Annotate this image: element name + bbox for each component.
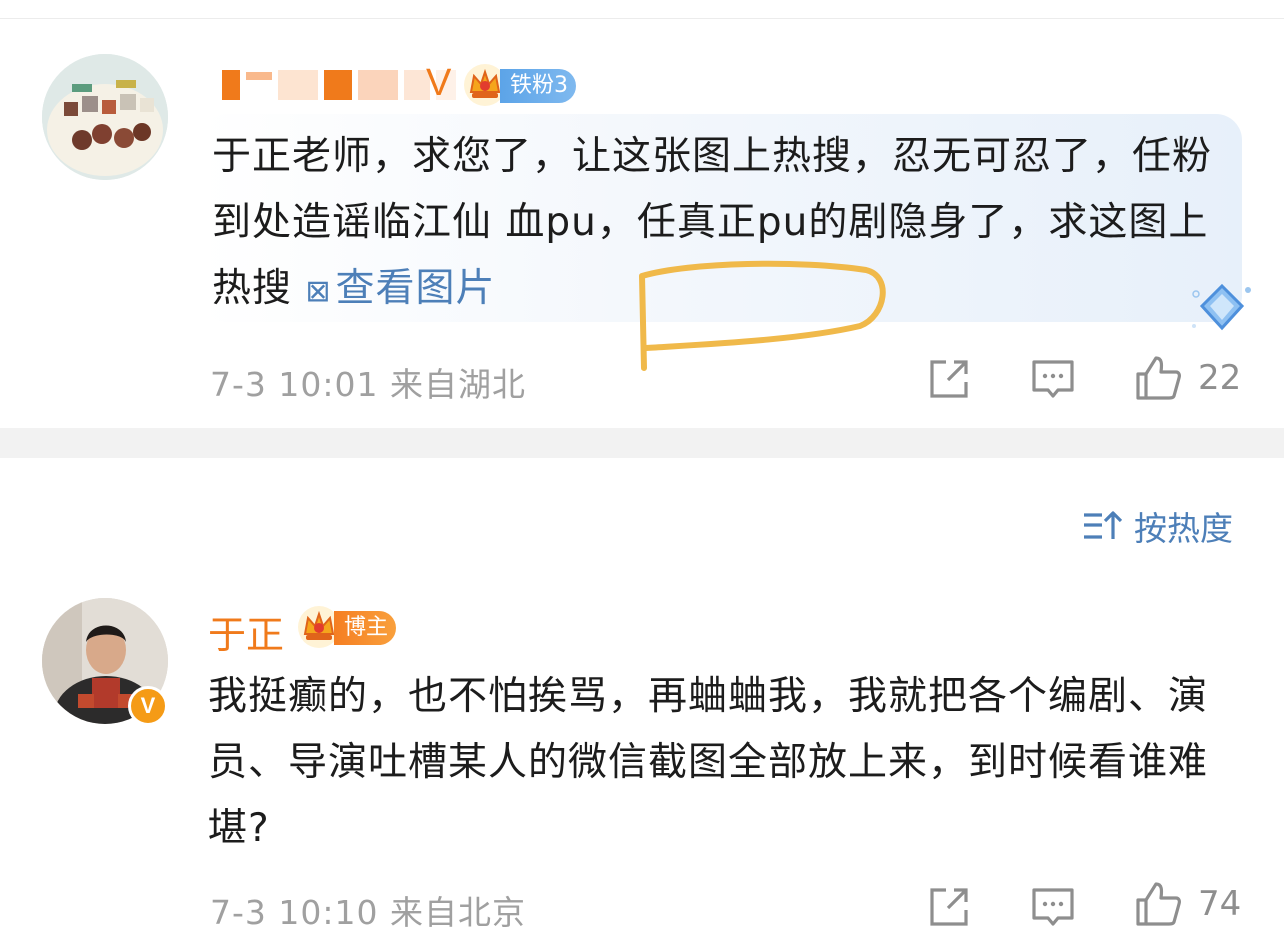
view-image-label: 查看图片 [335,266,496,311]
diamond-icon [1192,283,1251,331]
sort-icon [1084,511,1122,539]
repost-icon[interactable] [926,356,972,402]
censor-block [278,70,318,100]
avatar[interactable] [42,54,168,180]
repost-icon[interactable] [926,884,972,930]
view-image-link[interactable]: ⊠ 查看图片 [305,266,495,311]
username-censored[interactable] [222,64,456,106]
view-image-icon: ⊠ [305,274,332,309]
username[interactable]: 于正 [208,604,284,659]
comment-meta: 7-3 10:01 来自湖北 [210,365,526,404]
censor-block [324,70,352,100]
like-count: 22 [1198,358,1242,398]
verified-v-icon: V [128,686,168,726]
comment-icon[interactable] [1030,356,1076,402]
host-badge: 博主 [334,611,397,645]
comment-icon[interactable] [1030,884,1076,930]
fan-badge: 铁粉3 [500,69,576,103]
censor-block [246,72,272,80]
hand-drawn-circle [639,260,886,371]
comment-meta: 7-3 10:10 来自北京 [210,893,526,932]
censor-block [222,70,240,100]
like-count: 74 [1198,884,1242,924]
comment-text: 我挺癫的，也不怕挨骂，再蛐蛐我，我就把各个编剧、演员、导演吐槽某人的微信截图全部… [208,674,1209,851]
censor-block [358,70,398,100]
sort-label: 按热度 [1134,509,1233,548]
top-divider [0,18,1284,19]
like-icon[interactable] [1134,354,1182,402]
sort-by-hot-button[interactable]: 按热度 [1082,502,1233,550]
vip-v-icon: V [426,62,452,104]
like-icon[interactable] [1134,880,1182,928]
section-separator [0,428,1284,458]
